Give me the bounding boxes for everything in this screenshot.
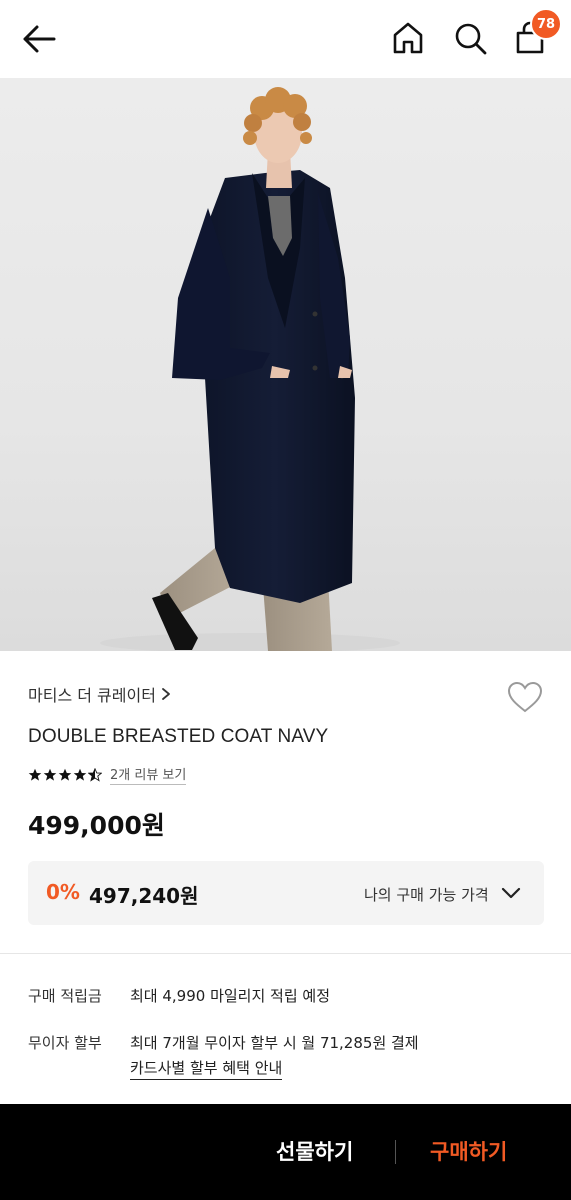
discounted-price: 497,240원 bbox=[89, 884, 199, 908]
gift-button[interactable]: 선물하기 bbox=[276, 1136, 353, 1166]
heart-icon[interactable] bbox=[506, 680, 544, 714]
star-icon bbox=[28, 768, 42, 781]
mileage-label: 구매 적립금 bbox=[28, 987, 102, 1005]
product-title: DOUBLE BREASTED COAT NAVY bbox=[28, 726, 329, 747]
top-bar: 78 bbox=[0, 0, 571, 78]
rating-stars bbox=[28, 767, 102, 782]
installment-label: 무이자 할부 bbox=[28, 1034, 102, 1052]
mileage-value: 최대 4,990 마일리지 적립 예정 bbox=[130, 987, 331, 1005]
product-image[interactable] bbox=[0, 78, 571, 651]
section-divider bbox=[0, 953, 571, 954]
installment-value: 최대 7개월 무이자 할부 시 월 71,285원 결제 bbox=[130, 1034, 419, 1052]
buy-button[interactable]: 구매하기 bbox=[430, 1136, 507, 1166]
my-price-label: 나의 구매 가능 가격 bbox=[364, 886, 489, 904]
star-icon bbox=[73, 768, 87, 781]
home-icon[interactable] bbox=[390, 20, 426, 56]
cart-count-badge: 78 bbox=[530, 8, 562, 40]
chevron-down-icon[interactable] bbox=[500, 883, 522, 903]
footer-separator bbox=[395, 1140, 396, 1164]
product-price: 499,000원 bbox=[28, 811, 165, 840]
star-icon bbox=[43, 768, 57, 781]
review-link[interactable]: 2개 리뷰 보기 bbox=[110, 764, 187, 785]
chevron-right-icon bbox=[162, 688, 170, 700]
rating-row: 2개 리뷰 보기 bbox=[28, 764, 187, 785]
model-wearing-coat-image bbox=[100, 87, 400, 651]
back-arrow-icon[interactable] bbox=[20, 22, 58, 56]
card-installment-link[interactable]: 카드사별 할부 혜택 안내 bbox=[130, 1057, 283, 1080]
star-icon bbox=[58, 768, 72, 781]
half-star-icon bbox=[88, 767, 102, 782]
search-icon[interactable] bbox=[452, 20, 488, 56]
brand-name: 마티스 더 큐레이터 bbox=[28, 686, 156, 705]
discount-rate: 0% bbox=[46, 880, 80, 904]
brand-link[interactable]: 마티스 더 큐레이터 bbox=[28, 682, 172, 706]
my-price-box[interactable]: 0% 497,240원 나의 구매 가능 가격 bbox=[28, 861, 544, 925]
